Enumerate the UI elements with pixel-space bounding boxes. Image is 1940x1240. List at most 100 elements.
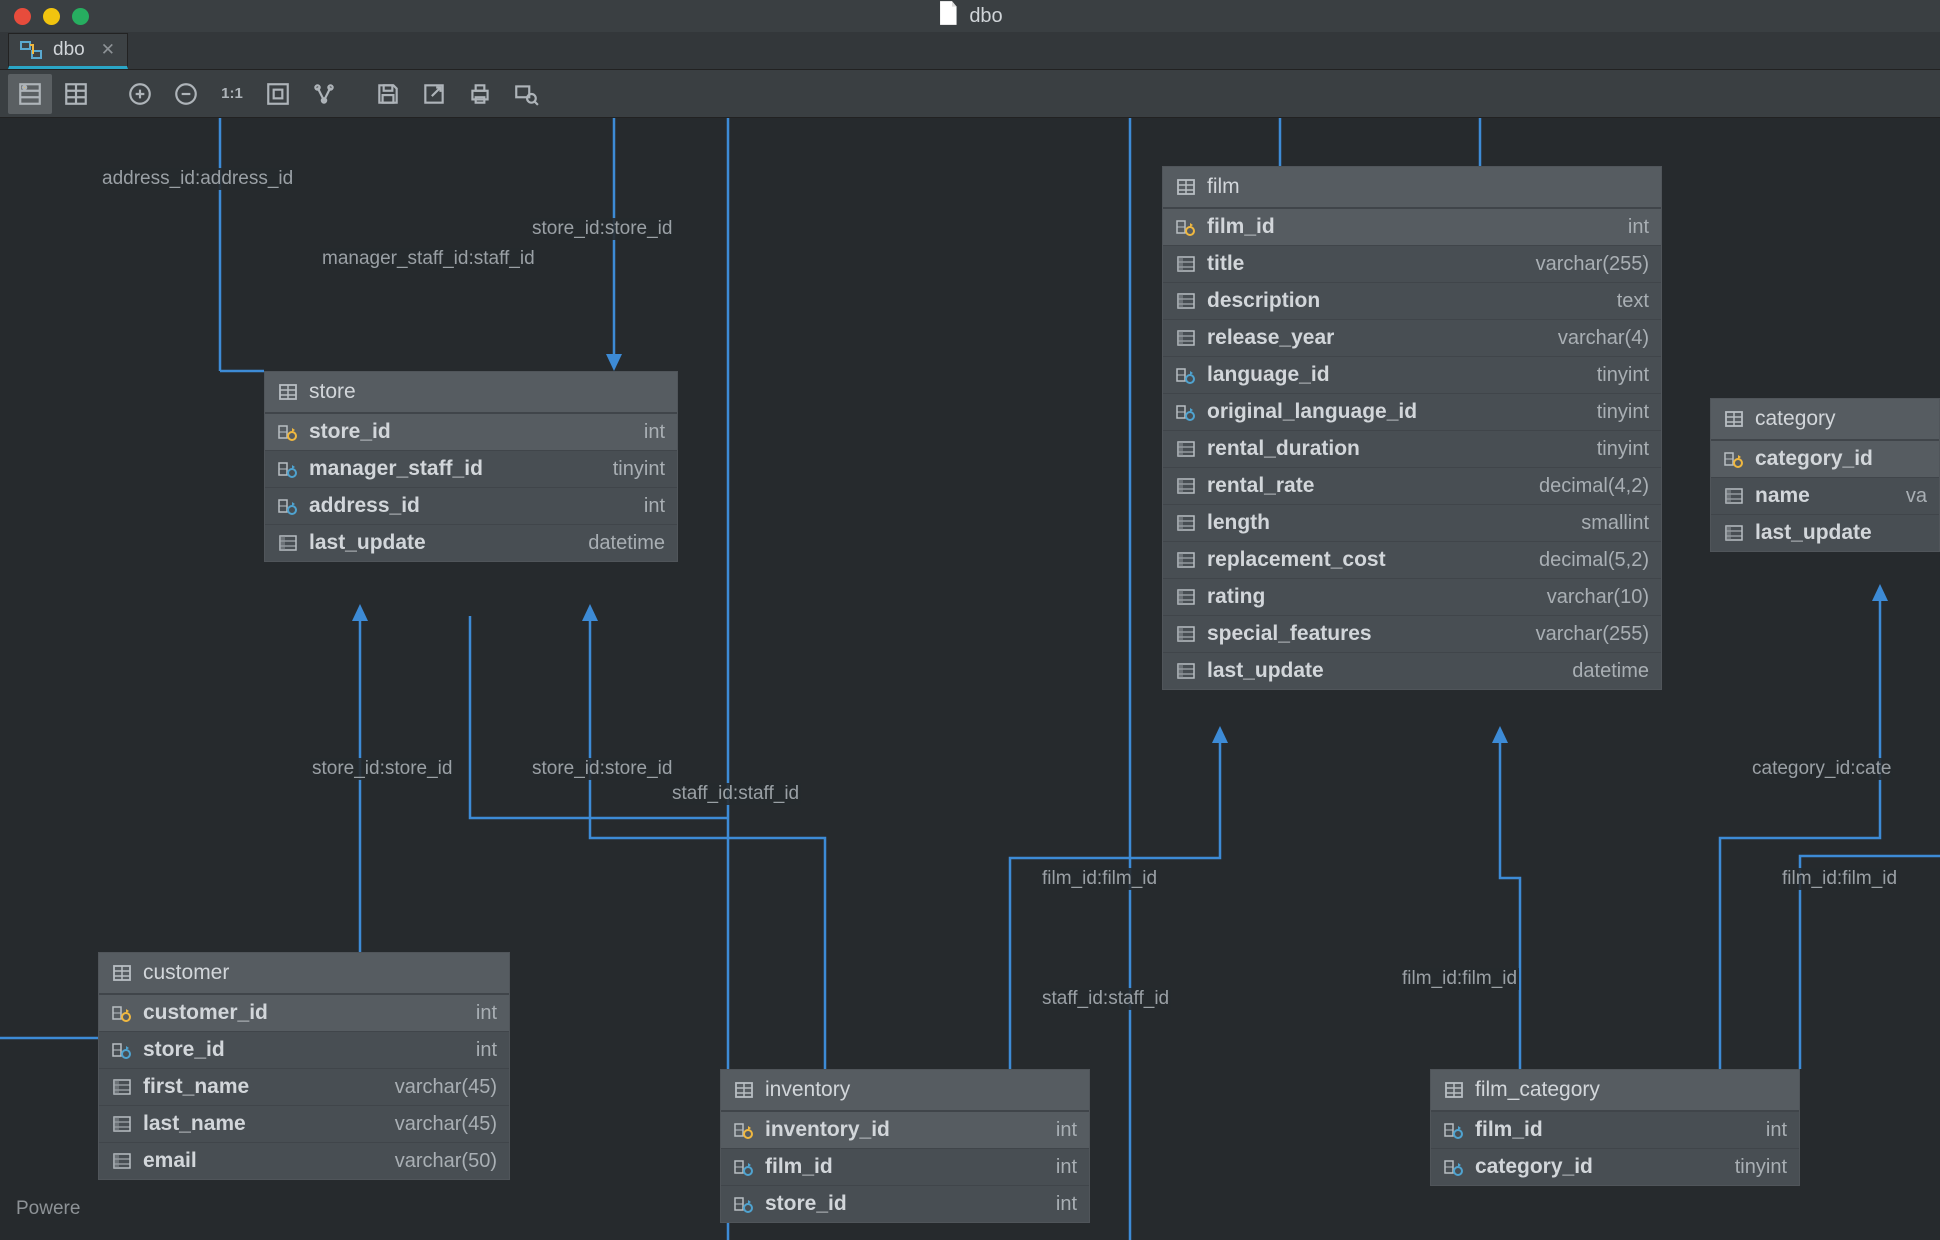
column-row[interactable]: last_updatedatetime	[1163, 652, 1661, 689]
column-name: rental_rate	[1207, 474, 1314, 498]
foreign-key-icon	[277, 495, 299, 517]
diagram-canvas[interactable]: address_id:address_id store_id:store_id …	[0, 118, 1940, 1240]
export-button[interactable]	[412, 74, 456, 114]
column-name: address_id	[309, 494, 420, 518]
column-type: va	[1906, 485, 1927, 508]
table-store[interactable]: storestore_idintmanager_staff_idtinyinta…	[264, 371, 678, 562]
find-button[interactable]	[504, 74, 548, 114]
column-row[interactable]: category_id	[1711, 440, 1939, 477]
table-category[interactable]: categorycategory_idname va last_update	[1710, 398, 1940, 552]
column-row[interactable]: rental_ratedecimal(4,2)	[1163, 467, 1661, 504]
table-inventory[interactable]: inventoryinventory_idintfilm_idintstore_…	[720, 1069, 1090, 1223]
column-row[interactable]: name va	[1711, 477, 1939, 514]
print-button[interactable]	[458, 74, 502, 114]
tab-label: dbo	[53, 39, 85, 61]
table-header[interactable]: category	[1711, 399, 1939, 440]
relation-label: address_id:address_id	[100, 168, 295, 190]
column-type: tinyint	[1597, 401, 1649, 424]
column-name: last_update	[1207, 659, 1324, 683]
relation-label: film_id:film_id	[1040, 868, 1159, 890]
column-type: int	[644, 495, 665, 518]
tab-dbo[interactable]: dbo ✕	[8, 33, 128, 69]
column-type: int	[1628, 216, 1649, 239]
column-row[interactable]: rental_durationtinyint	[1163, 430, 1661, 467]
column-type: varchar(45)	[395, 1076, 497, 1099]
column-row[interactable]: first_namevarchar(45)	[99, 1068, 509, 1105]
table-header[interactable]: customer	[99, 953, 509, 994]
column-row[interactable]: customer_idint	[99, 994, 509, 1031]
table-icon	[733, 1079, 755, 1101]
save-button[interactable]	[366, 74, 410, 114]
column-row[interactable]: last_updatedatetime	[265, 524, 677, 561]
column-name: last_update	[1755, 521, 1872, 545]
column-name: length	[1207, 511, 1270, 535]
table-header[interactable]: inventory	[721, 1070, 1089, 1111]
table-icon	[1443, 1079, 1465, 1101]
erd-icon	[19, 38, 43, 62]
column-icon	[1175, 290, 1197, 312]
column-row[interactable]: language_idtinyint	[1163, 356, 1661, 393]
fit-content-button[interactable]	[256, 74, 300, 114]
column-row[interactable]: inventory_idint	[721, 1111, 1089, 1148]
column-type: int	[1056, 1156, 1077, 1179]
foreign-key-icon	[1175, 401, 1197, 423]
table-header[interactable]: store	[265, 372, 677, 413]
zoom-11-button[interactable]: 1:1	[210, 74, 254, 114]
primary-key-icon	[111, 1002, 133, 1024]
column-type: int	[1056, 1119, 1077, 1142]
column-row[interactable]: descriptiontext	[1163, 282, 1661, 319]
table-icon	[1175, 176, 1197, 198]
column-row[interactable]: ratingvarchar(10)	[1163, 578, 1661, 615]
column-row[interactable]: store_idint	[721, 1185, 1089, 1222]
foreign-key-icon	[1175, 364, 1197, 386]
column-row[interactable]: lengthsmallint	[1163, 504, 1661, 541]
table-view-button[interactable]	[54, 74, 98, 114]
column-type: varchar(255)	[1536, 623, 1649, 646]
column-type: int	[476, 1002, 497, 1025]
column-name: original_language_id	[1207, 400, 1417, 424]
table-header[interactable]: film_category	[1431, 1070, 1799, 1111]
column-row[interactable]: category_idtinyint	[1431, 1148, 1799, 1185]
relation-label: film_id:film_id	[1780, 868, 1899, 890]
relation-label: staff_id:staff_id	[670, 783, 801, 805]
zoom-window-button[interactable]	[72, 8, 89, 25]
column-icon	[111, 1150, 133, 1172]
column-row[interactable]: release_yearvarchar(4)	[1163, 319, 1661, 356]
column-row[interactable]: store_idint	[265, 413, 677, 450]
column-row[interactable]: titlevarchar(255)	[1163, 245, 1661, 282]
column-row[interactable]: replacement_costdecimal(5,2)	[1163, 541, 1661, 578]
column-name: special_features	[1207, 622, 1372, 646]
column-row[interactable]: film_idint	[1431, 1111, 1799, 1148]
column-icon	[1723, 522, 1745, 544]
table-header[interactable]: film	[1163, 167, 1661, 208]
column-row[interactable]: original_language_id tinyint	[1163, 393, 1661, 430]
column-row[interactable]: last_namevarchar(45)	[99, 1105, 509, 1142]
zoom-out-button[interactable]	[164, 74, 208, 114]
column-name: replacement_cost	[1207, 548, 1386, 572]
close-window-button[interactable]	[14, 8, 31, 25]
column-row[interactable]: emailvarchar(50)	[99, 1142, 509, 1179]
column-row[interactable]: special_features varchar(255)	[1163, 615, 1661, 652]
column-name: last_update	[309, 531, 426, 555]
table-customer[interactable]: customercustomer_idintstore_idintfirst_n…	[98, 952, 510, 1180]
zoom-in-button[interactable]	[118, 74, 162, 114]
column-name: name	[1755, 484, 1810, 508]
column-view-button[interactable]	[8, 74, 52, 114]
column-row[interactable]: address_id int	[265, 487, 677, 524]
table-icon	[111, 962, 133, 984]
table-film_category[interactable]: film_categoryfilm_idintcategory_idtinyin…	[1430, 1069, 1800, 1186]
minimize-window-button[interactable]	[43, 8, 60, 25]
column-row[interactable]: film_idint	[721, 1148, 1089, 1185]
foreign-key-icon	[111, 1039, 133, 1061]
column-type: varchar(10)	[1547, 586, 1649, 609]
layout-button[interactable]	[302, 74, 346, 114]
column-row[interactable]: manager_staff_idtinyint	[265, 450, 677, 487]
tabstrip: dbo ✕	[0, 32, 1940, 70]
column-type: int	[644, 421, 665, 444]
column-row[interactable]: store_idint	[99, 1031, 509, 1068]
column-row[interactable]: last_update	[1711, 514, 1939, 551]
tab-close-icon[interactable]: ✕	[101, 40, 115, 60]
column-row[interactable]: film_idint	[1163, 208, 1661, 245]
table-film[interactable]: filmfilm_idinttitlevarchar(255)descripti…	[1162, 166, 1662, 690]
foreign-key-icon	[277, 458, 299, 480]
